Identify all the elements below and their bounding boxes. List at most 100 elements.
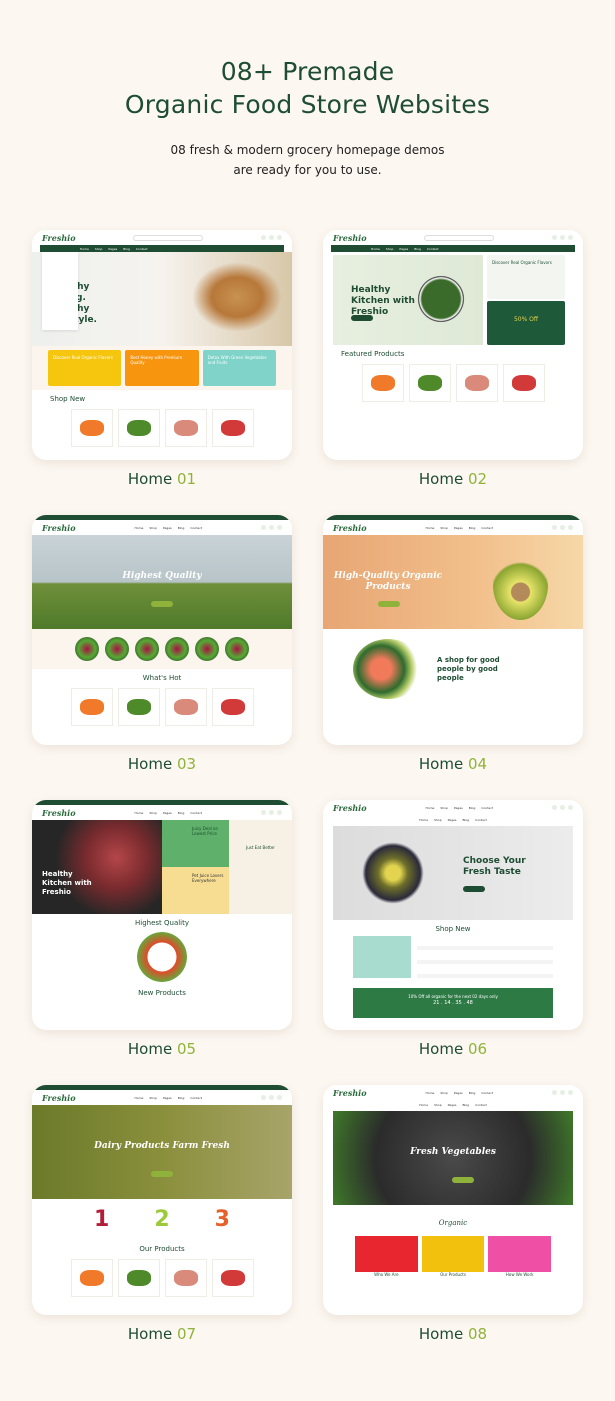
nav-item[interactable]: Shop — [434, 1103, 442, 1107]
demo-card-home-06[interactable]: Freshio Home Shop Pages Blog Contact Home Shop P… — [323, 800, 583, 1030]
nav-item[interactable]: Shop — [440, 1091, 448, 1095]
nav-item[interactable]: Home — [419, 1103, 428, 1107]
cart-icon[interactable] — [560, 1090, 565, 1095]
info-box[interactable]: How We Work — [488, 1236, 552, 1278]
category-circle[interactable] — [75, 637, 99, 661]
demo-card-home-02[interactable]: Freshio Home Shop Pages Blog Contact Healthy K… — [323, 230, 583, 460]
cart-icon[interactable] — [567, 235, 573, 240]
cart-icon[interactable] — [276, 235, 282, 240]
nav-item[interactable]: Blog — [469, 1091, 476, 1095]
category-circle[interactable] — [225, 637, 249, 661]
nav-item[interactable]: Contact — [481, 526, 493, 530]
cart-icon[interactable] — [260, 235, 266, 240]
nav-item[interactable]: Home — [371, 247, 380, 251]
cart-icon[interactable] — [261, 810, 266, 815]
nav-item[interactable]: Contact — [481, 806, 493, 810]
hero-banner[interactable]: High-Quality Organic Products — [323, 535, 583, 629]
demo-label-home-06[interactable]: Home 06 — [323, 1040, 583, 1058]
promo-tile[interactable]: Pet Juice Lovers Everywhere — [162, 867, 229, 914]
search-input[interactable] — [424, 234, 495, 241]
nav-item[interactable]: Blog — [123, 247, 130, 251]
nav-item[interactable]: Home — [135, 1096, 144, 1100]
nav-item[interactable]: Home — [80, 247, 89, 251]
nav-item[interactable]: Blog — [469, 526, 476, 530]
cart-icon[interactable] — [269, 810, 274, 815]
shop-now-button[interactable] — [452, 1177, 474, 1183]
cart-icon[interactable] — [560, 525, 565, 530]
product-card[interactable] — [117, 688, 160, 726]
promo-banner[interactable] — [353, 936, 411, 978]
promo-tile[interactable]: Juicy Deal on Lowest Price — [162, 820, 229, 867]
nav-item[interactable]: Blog — [469, 806, 476, 810]
nav-item[interactable]: Home — [426, 806, 435, 810]
product-card[interactable] — [164, 409, 207, 447]
nav-item[interactable]: Blog — [414, 247, 421, 251]
nav-item[interactable]: Pages — [163, 1096, 172, 1100]
promo-tile[interactable]: Just Eat Better — [229, 820, 292, 914]
nav-item[interactable]: Pages — [163, 811, 172, 815]
nav-item[interactable]: Contact — [190, 811, 202, 815]
nav-item[interactable]: Blog — [462, 818, 469, 822]
nav-item[interactable]: Contact — [481, 1091, 493, 1095]
nav-item[interactable]: Blog — [462, 1103, 469, 1107]
cart-icon[interactable] — [568, 1090, 573, 1095]
product-card[interactable] — [211, 409, 254, 447]
nav-item[interactable]: Home — [135, 811, 144, 815]
product-card[interactable] — [164, 688, 207, 726]
demo-label-home-04[interactable]: Home 04 — [323, 755, 583, 773]
product-card[interactable] — [117, 1259, 160, 1297]
cart-icon[interactable] — [277, 810, 282, 815]
product-card[interactable] — [164, 1259, 207, 1297]
demo-card-home-08[interactable]: Freshio Home Shop Pages Blog Contact Home Shop P… — [323, 1085, 583, 1315]
nav-item[interactable]: Shop — [386, 247, 394, 251]
promo-banner[interactable]: Detox With Green Vegetables and Fruits — [202, 350, 276, 386]
hero-banner[interactable]: Highest Quality — [32, 535, 292, 629]
hero-banner[interactable]: Choose Your Fresh Taste — [333, 826, 573, 920]
search-input[interactable] — [133, 234, 204, 241]
nav-item[interactable]: Home — [135, 526, 144, 530]
cart-icon[interactable] — [552, 805, 557, 810]
nav-item[interactable]: Home — [419, 818, 428, 822]
nav-item[interactable]: Shop — [95, 247, 103, 251]
shop-now-button[interactable] — [378, 601, 400, 607]
category-dropdown[interactable] — [42, 252, 78, 330]
category-circle[interactable] — [105, 637, 129, 661]
product-card[interactable] — [70, 688, 113, 726]
promo-banner[interactable]: Discover Real Organic Flavors — [487, 255, 565, 299]
hero-banner[interactable]: Healthy Eating. Healthy Lifestyle. — [32, 252, 292, 346]
demo-label-home-07[interactable]: Home 07 — [32, 1325, 292, 1343]
demo-label-home-03[interactable]: Home 03 — [32, 755, 292, 773]
promo-banner[interactable]: 50% Off — [487, 301, 565, 345]
hero-banner[interactable]: Fresh Vegetables — [333, 1111, 573, 1205]
product-card[interactable] — [211, 1259, 254, 1297]
nav-item[interactable]: Blog — [178, 1096, 185, 1100]
demo-label-home-02[interactable]: Home 02 — [323, 470, 583, 488]
demo-label-home-05[interactable]: Home 05 — [32, 1040, 292, 1058]
hero-banner[interactable]: Healthy Kitchen with Freshio — [333, 255, 483, 345]
shop-now-button[interactable] — [351, 315, 373, 321]
nav-item[interactable]: Pages — [448, 1103, 457, 1107]
cart-icon[interactable] — [277, 525, 282, 530]
info-box[interactable]: Our Products — [421, 1236, 485, 1278]
shop-now-button[interactable] — [151, 601, 173, 607]
nav-item[interactable]: Blog — [178, 811, 185, 815]
shop-now-button[interactable] — [151, 1171, 173, 1177]
demo-label-home-01[interactable]: Home 01 — [32, 470, 292, 488]
demo-card-home-04[interactable]: Freshio Home Shop Pages Blog Contact High-Qual… — [323, 515, 583, 745]
cart-icon[interactable] — [261, 1095, 266, 1100]
nav-item[interactable]: Pages — [163, 526, 172, 530]
product-card[interactable] — [361, 364, 404, 402]
hero-banner[interactable]: Dairy Products Farm Fresh — [32, 1105, 292, 1199]
promo-banner[interactable]: Best Honey with Premium Quality — [125, 350, 199, 386]
product-card[interactable] — [117, 409, 160, 447]
nav-item[interactable]: Contact — [475, 1103, 487, 1107]
nav-item[interactable]: Pages — [399, 247, 408, 251]
nav-item[interactable]: Shop — [149, 811, 157, 815]
cart-icon[interactable] — [568, 805, 573, 810]
cart-icon[interactable] — [269, 1095, 274, 1100]
nav-item[interactable]: Shop — [434, 818, 442, 822]
nav-item[interactable]: Contact — [136, 247, 148, 251]
cart-icon[interactable] — [568, 525, 573, 530]
demo-card-home-07[interactable]: Freshio Home Shop Pages Blog Contact Dairy Pro… — [32, 1085, 292, 1315]
demo-card-home-05[interactable]: Freshio Home Shop Pages Blog Contact Healthy K… — [32, 800, 292, 1030]
